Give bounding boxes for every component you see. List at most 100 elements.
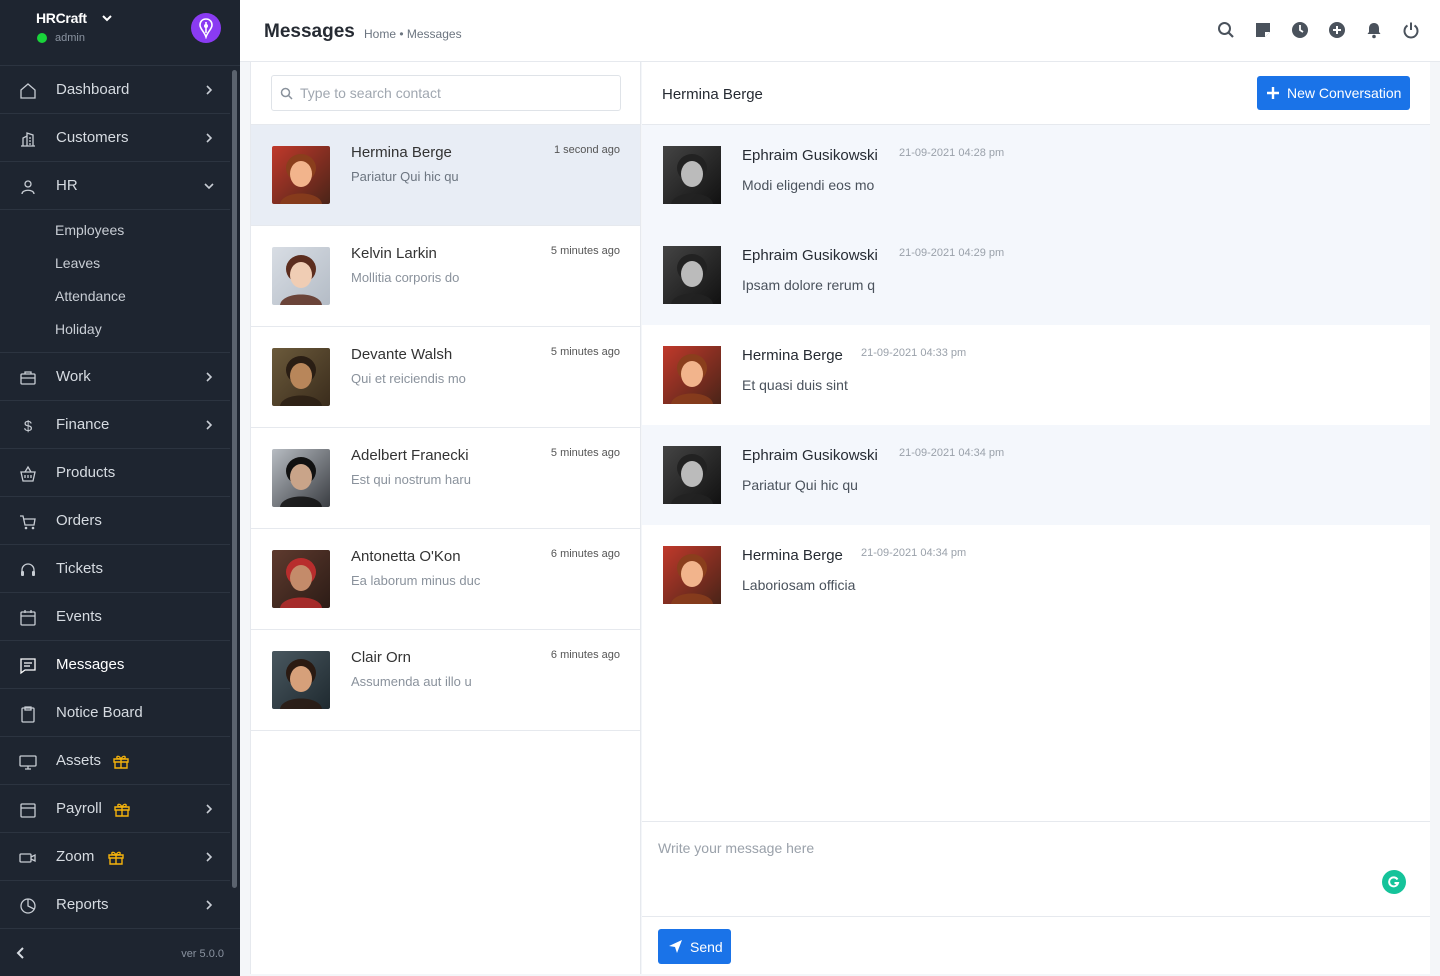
contact-preview: Mollitia corporis do <box>351 270 460 285</box>
chevron-right-icon[interactable] <box>203 899 215 911</box>
chevron-down-icon[interactable] <box>203 180 215 192</box>
sidebar-item-products[interactable]: Products <box>0 449 230 497</box>
contact-preview: Pariatur Qui hic qu <box>351 169 459 184</box>
sidebar-item-customers[interactable]: Customers <box>0 114 230 162</box>
contact-name: Hermina Berge <box>351 144 452 161</box>
sidebar: HRCraft admin Dashboard Customers HR Employ… <box>0 0 240 976</box>
sidebar-item-work[interactable]: Work <box>0 353 230 401</box>
sidebar-item-label: Messages <box>56 656 125 673</box>
page-title: Messages <box>264 21 355 42</box>
contact-item[interactable]: Devante Walsh Qui et reiciendis mo 5 min… <box>251 327 640 428</box>
message-sender: Ephraim Gusikowski <box>742 447 878 464</box>
sidebar-item-reports[interactable]: Reports <box>0 881 230 929</box>
sidebar-item-assets[interactable]: Assets <box>0 737 230 785</box>
send-label: Send <box>690 938 723 955</box>
clock-icon[interactable] <box>1291 21 1309 39</box>
sidebar-subitem-employees[interactable]: Employees <box>0 214 230 247</box>
sidebar-item-notice-board[interactable]: Notice Board <box>0 689 230 737</box>
sticky-note-icon[interactable] <box>1254 21 1272 39</box>
message-icon <box>20 658 36 675</box>
sidebar-item-label: Payroll <box>56 800 102 817</box>
collapse-sidebar-icon[interactable] <box>14 946 28 960</box>
clipboard-icon <box>21 706 35 723</box>
avatar <box>272 651 330 709</box>
contact-item[interactable]: Clair Orn Assumenda aut illo u 6 minutes… <box>251 630 640 731</box>
message-item: Ephraim Gusikowski 21-09-2021 04:29 pm I… <box>642 225 1430 325</box>
avatar <box>663 346 721 404</box>
message-timestamp: 21-09-2021 04:28 pm <box>899 147 1005 159</box>
sidebar-item-messages[interactable]: Messages <box>0 641 230 689</box>
sidebar-item-hr[interactable]: HR <box>0 162 230 210</box>
contact-item[interactable]: Antonetta O'Kon Ea laborum minus duc 6 m… <box>251 529 640 630</box>
sidebar-subitem-holiday[interactable]: Holiday <box>0 313 230 346</box>
avatar <box>272 348 330 406</box>
sidebar-scrollbar-thumb[interactable] <box>232 70 237 888</box>
bell-icon[interactable] <box>1365 21 1383 39</box>
message-input[interactable] <box>642 822 1430 916</box>
svg-text:$: $ <box>24 418 33 435</box>
chat-header: Hermina Berge New Conversation <box>642 62 1430 125</box>
sidebar-item-label: Products <box>56 464 116 481</box>
app-logo-icon[interactable] <box>191 13 221 43</box>
chevron-right-icon[interactable] <box>203 803 215 815</box>
avatar <box>663 546 721 604</box>
breadcrumb[interactable]: Home • Messages <box>364 27 462 41</box>
plus-circle-icon[interactable] <box>1328 21 1346 39</box>
message-text: Ipsam dolore rerum q <box>742 277 876 293</box>
message-list: Ephraim Gusikowski 21-09-2021 04:28 pm M… <box>642 125 1430 625</box>
sidebar-item-payroll[interactable]: Payroll <box>0 785 230 833</box>
home-icon <box>20 83 36 99</box>
app-version: ver 5.0.0 <box>181 948 224 960</box>
basket-icon <box>20 465 36 482</box>
chevron-down-icon[interactable] <box>100 11 114 25</box>
chevron-right-icon[interactable] <box>203 84 215 96</box>
new-conversation-label: New Conversation <box>1287 85 1402 101</box>
chat-panel: Hermina Berge New Conversation Ephraim G… <box>642 62 1430 974</box>
online-status-dot <box>37 33 47 43</box>
search-icon[interactable] <box>1217 21 1235 39</box>
sidebar-item-dashboard[interactable]: Dashboard <box>0 66 230 114</box>
contact-search-input[interactable] <box>300 76 616 110</box>
avatar <box>663 446 721 504</box>
message-timestamp: 21-09-2021 04:29 pm <box>899 247 1005 259</box>
sidebar-item-finance[interactable]: $ Finance <box>0 401 230 449</box>
message-sender: Hermina Berge <box>742 547 843 564</box>
sidebar-item-orders[interactable]: Orders <box>0 497 230 545</box>
paper-plane-icon <box>669 940 682 953</box>
contact-time: 6 minutes ago <box>550 548 620 560</box>
pie-chart-icon <box>20 898 36 914</box>
chevron-right-icon[interactable] <box>203 419 215 431</box>
contact-item[interactable]: Adelbert Franecki Est qui nostrum haru 5… <box>251 428 640 529</box>
headset-icon <box>21 563 35 576</box>
contact-time: 5 minutes ago <box>550 447 620 459</box>
contact-time: 6 minutes ago <box>550 649 620 661</box>
contact-item[interactable]: Kelvin Larkin Mollitia corporis do 5 min… <box>251 226 640 327</box>
contact-search-bar <box>251 62 640 125</box>
avatar <box>272 550 330 608</box>
message-sender: Hermina Berge <box>742 347 843 364</box>
sidebar-subitem-leaves[interactable]: Leaves <box>0 247 230 280</box>
avatar <box>663 246 721 304</box>
sidebar-item-events[interactable]: Events <box>0 593 230 641</box>
sidebar-subitem-attendance[interactable]: Attendance <box>0 280 230 313</box>
send-button[interactable]: Send <box>658 929 731 964</box>
avatar <box>272 247 330 305</box>
chevron-right-icon[interactable] <box>203 132 215 144</box>
power-icon[interactable] <box>1402 21 1420 39</box>
sidebar-item-label: Assets <box>56 752 102 769</box>
grammarly-icon[interactable] <box>1382 870 1406 894</box>
page-gutter <box>1430 62 1440 976</box>
sidebar-item-label: Finance <box>56 416 110 433</box>
message-text: Pariatur Qui hic qu <box>742 477 858 493</box>
chevron-right-icon[interactable] <box>203 371 215 383</box>
contact-item[interactable]: Hermina Berge Pariatur Qui hic qu 1 seco… <box>251 125 640 226</box>
brand-name[interactable]: HRCraft <box>36 10 87 26</box>
plus-icon <box>1267 87 1279 99</box>
sidebar-item-zoom[interactable]: Zoom <box>0 833 230 881</box>
chevron-right-icon[interactable] <box>203 851 215 863</box>
new-conversation-button[interactable]: New Conversation <box>1257 76 1410 110</box>
message-text: Laboriosam officia <box>742 577 856 593</box>
user-icon <box>21 180 35 195</box>
sidebar-item-tickets[interactable]: Tickets <box>0 545 230 593</box>
wallet-icon <box>20 803 36 818</box>
